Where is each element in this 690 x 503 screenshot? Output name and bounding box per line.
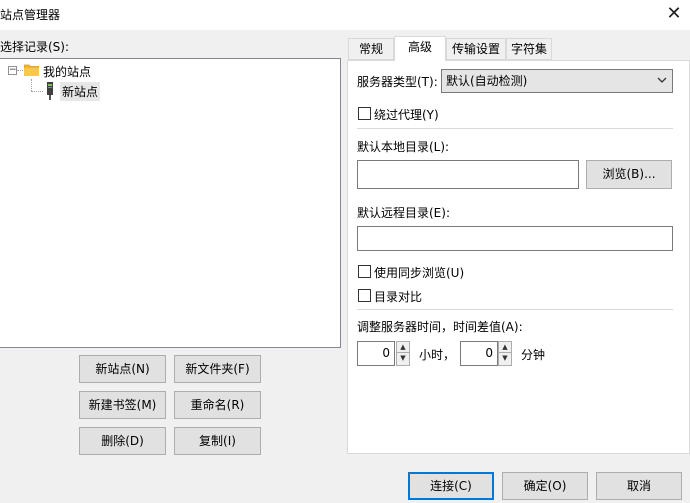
server-type-label: 服务器类型(T):: [357, 75, 438, 89]
close-icon[interactable]: ✕: [662, 2, 686, 26]
spin-up-icon[interactable]: ▲: [397, 342, 409, 353]
bypass-proxy-label: 绕过代理(Y): [374, 108, 439, 122]
local-dir-input[interactable]: [357, 160, 579, 189]
remote-dir-label: 默认远程目录(E):: [357, 206, 450, 220]
divider: [357, 309, 673, 310]
server-type-value: 默认(自动检测): [446, 74, 528, 88]
time-adjust-label: 调整服务器时间，时间差值(A):: [357, 320, 523, 334]
tab-transfer-settings[interactable]: 传输设置: [446, 38, 506, 60]
tree-connector: [17, 70, 23, 71]
site-tree[interactable]: [0, 58, 341, 348]
connect-button[interactable]: 连接(C): [408, 472, 494, 500]
window-title: 站点管理器: [0, 8, 61, 22]
hours-unit-label: 小时，: [419, 348, 456, 362]
select-entry-label: 选择记录(S):: [0, 40, 70, 54]
sync-browse-label: 使用同步浏览(U): [374, 266, 465, 280]
spin-down-icon[interactable]: ▼: [397, 353, 409, 364]
dir-compare-checkbox[interactable]: [358, 289, 371, 302]
tree-item-new-site[interactable]: 新站点: [60, 82, 101, 101]
bypass-proxy-checkbox[interactable]: [358, 107, 371, 120]
hours-stepper[interactable]: ▲ ▼: [396, 341, 410, 366]
divider: [357, 128, 673, 129]
sync-browse-checkbox[interactable]: [358, 265, 371, 278]
new-site-button[interactable]: 新站点(N): [79, 355, 166, 383]
delete-button[interactable]: 删除(D): [79, 427, 166, 455]
tree-connector: [31, 79, 32, 91]
new-bookmark-button[interactable]: 新建书签(M): [79, 391, 166, 419]
browse-button[interactable]: 浏览(B)...: [586, 160, 672, 189]
tab-advanced[interactable]: 高级: [394, 36, 446, 61]
minutes-stepper[interactable]: ▲ ▼: [498, 341, 512, 366]
spin-down-icon[interactable]: ▼: [499, 353, 511, 364]
minutes-input[interactable]: 0: [460, 341, 498, 366]
minutes-unit-label: 分钟: [521, 348, 546, 362]
server-type-select[interactable]: 默认(自动检测): [441, 69, 673, 93]
tree-collapse-toggle[interactable]: −: [8, 66, 17, 75]
folder-icon: [24, 64, 39, 76]
chevron-down-icon: [657, 77, 667, 83]
dir-compare-label: 目录对比: [374, 290, 423, 304]
tab-general[interactable]: 常规: [348, 38, 394, 60]
rename-button[interactable]: 重命名(R): [174, 391, 261, 419]
tab-charset[interactable]: 字符集: [506, 38, 552, 60]
server-icon: [47, 82, 53, 100]
tree-connector: [31, 91, 43, 92]
spin-up-icon[interactable]: ▲: [499, 342, 511, 353]
local-dir-label: 默认本地目录(L):: [357, 140, 450, 154]
cancel-button[interactable]: 取消: [596, 472, 682, 500]
new-folder-button[interactable]: 新文件夹(F): [174, 355, 261, 383]
remote-dir-input[interactable]: [357, 226, 673, 251]
copy-button[interactable]: 复制(I): [174, 427, 261, 455]
tree-item-my-sites[interactable]: 我的站点: [43, 63, 91, 80]
title-bar: [0, 0, 690, 30]
hours-input[interactable]: 0: [357, 341, 395, 366]
ok-button[interactable]: 确定(O): [502, 472, 588, 500]
